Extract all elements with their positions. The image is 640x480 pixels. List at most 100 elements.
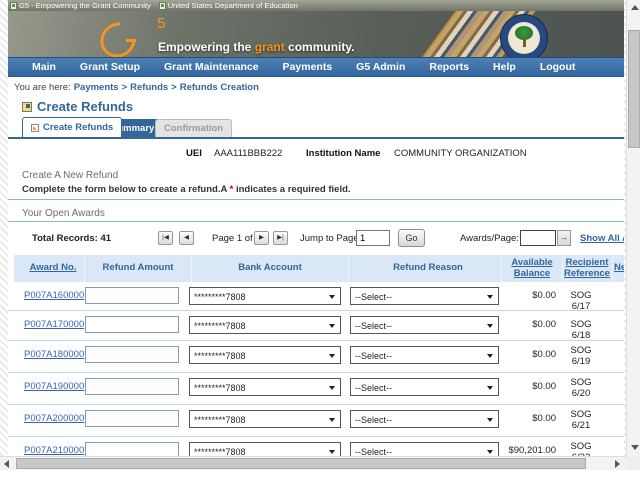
chevron-down-icon (329, 324, 335, 328)
first-page-button[interactable]: |◀ (158, 231, 173, 245)
nav-item-g5-admin[interactable]: G5 Admin (344, 61, 417, 73)
chevron-down-icon (329, 418, 335, 422)
chevron-down-icon (487, 354, 493, 358)
net-value: -$16 (600, 445, 624, 456)
refund-amount-input[interactable] (85, 410, 179, 427)
horizontal-scrollbar[interactable] (0, 456, 626, 470)
select-value: --Select-- (355, 351, 392, 361)
award-link[interactable]: P007A160000 (24, 290, 84, 301)
column-separator (562, 255, 563, 282)
chevron-down-icon (487, 295, 493, 299)
refund-amount-input[interactable] (85, 346, 179, 363)
award-link[interactable]: P007A170000 (24, 319, 84, 330)
nav-item-payments[interactable]: Payments (271, 61, 345, 73)
vertical-scrollbar[interactable] (626, 0, 640, 456)
institution-name-label: Institution Name (306, 148, 380, 159)
recipient-reference: SOG 6/21 (560, 409, 602, 431)
page-favicon-icon (159, 2, 166, 10)
next-page-button[interactable]: ▶ (254, 231, 269, 245)
select-value: *********7808 (194, 415, 246, 425)
select-value: *********7808 (194, 447, 246, 456)
divider (8, 199, 624, 200)
total-records: Total Records: 41 (32, 233, 111, 244)
col-header-award-no[interactable]: Award No. (22, 262, 84, 273)
tab-label: Create Refunds (43, 122, 113, 133)
available-balance: $0.00 (500, 290, 556, 301)
prev-page-button[interactable]: ◀ (179, 231, 194, 245)
vertical-scroll-thumb[interactable] (628, 30, 640, 148)
refund-reason-select[interactable]: --Select-- (350, 287, 499, 305)
chevron-down-icon (329, 295, 335, 299)
refund-amount-input[interactable] (85, 316, 179, 333)
award-link[interactable]: P007A190000 (24, 381, 84, 392)
go-button[interactable]: Go (398, 229, 425, 247)
nav-item-logout[interactable]: Logout (528, 61, 588, 73)
refund-reason-select[interactable]: --Select-- (350, 410, 499, 428)
nav-item-reports[interactable]: Reports (417, 61, 481, 73)
chevron-down-icon (487, 386, 493, 390)
refund-reason-select[interactable]: --Select-- (350, 378, 499, 396)
tab-create-refunds[interactable]: Create Refunds (22, 117, 122, 137)
bank-account-select[interactable]: *********7808 (189, 346, 341, 364)
table-row: P007A180000 *********7808 --Select-- $0.… (8, 340, 624, 372)
page-content: G5 - Empowering the Grant Community Unit… (8, 0, 624, 470)
bank-account-select[interactable]: *********7808 (189, 287, 341, 305)
bank-account-select[interactable]: *********7808 (189, 378, 341, 396)
column-separator (191, 255, 192, 282)
awards-per-page-go-arrow-icon[interactable]: → (557, 230, 571, 246)
nav-item-main[interactable]: Main (20, 61, 68, 73)
refund-reason-select[interactable]: --Select-- (350, 346, 499, 364)
available-balance: $0.00 (500, 349, 556, 360)
section-title-open-awards: Your Open Awards (22, 208, 105, 219)
scrollbar-corner (626, 456, 640, 470)
award-link[interactable]: P007A210000 (24, 445, 84, 456)
horizontal-scroll-thumb[interactable] (16, 458, 586, 469)
refund-reason-select[interactable]: --Select-- (350, 316, 499, 334)
refund-amount-input[interactable] (85, 378, 179, 395)
col-header-refund-reason: Refund Reason (349, 262, 507, 273)
col-header-available-balance[interactable]: Available Balance (502, 257, 562, 279)
awards-per-page-input[interactable] (520, 230, 556, 246)
bank-account-select[interactable]: *********7808 (189, 316, 341, 334)
scroll-right-icon[interactable] (615, 460, 620, 468)
refund-reason-select[interactable]: --Select-- (350, 442, 499, 456)
bank-account-select[interactable]: *********7808 (189, 442, 341, 456)
recipient-reference: SOG 6/18 (560, 319, 602, 341)
tab-underline (8, 137, 624, 139)
award-link[interactable]: P007A200000 (24, 413, 84, 424)
tagline-pre: Empowering the (158, 40, 255, 54)
award-link[interactable]: P007A180000 (24, 349, 84, 360)
pagination-row: Total Records: 41 |◀ ◀ Page 1 of 2 ▶ ▶| … (8, 224, 624, 252)
nav-item-grant-maintenance[interactable]: Grant Maintenance (152, 61, 271, 73)
col-header-net[interactable]: Net (614, 262, 624, 273)
select-value: --Select-- (355, 321, 392, 331)
breadcrumb-refunds[interactable]: Refunds (130, 82, 168, 93)
nav-item-grant-setup[interactable]: Grant Setup (68, 61, 152, 73)
column-separator (612, 255, 613, 282)
col-header-recipient-reference[interactable]: Recipient Reference (563, 257, 611, 279)
scroll-up-icon[interactable] (631, 5, 639, 10)
show-all-awards-link[interactable]: Show All Aw (580, 233, 624, 244)
scroll-down-icon[interactable] (631, 445, 639, 450)
main-nav: Main Grant Setup Grant Maintenance Payme… (8, 57, 624, 77)
breadcrumb-payments[interactable]: Payments (74, 82, 119, 93)
bank-account-select[interactable]: *********7808 (189, 410, 341, 428)
jump-to-page-input[interactable] (356, 230, 390, 246)
tab-arrow-icon (31, 124, 39, 132)
scroll-left-icon[interactable] (4, 460, 9, 468)
available-balance: $0.00 (500, 381, 556, 392)
g5-logo-icon (93, 15, 142, 57)
table-header-row: Award No. Refund Amount Bank Account Ref… (14, 255, 624, 282)
header-banner: 5 Empowering the grant community. (8, 11, 624, 57)
nav-item-help[interactable]: Help (481, 61, 528, 73)
refund-amount-input[interactable] (85, 442, 179, 456)
refund-amount-input[interactable] (85, 287, 179, 304)
breadcrumb-refunds-creation[interactable]: Refunds Creation (180, 82, 259, 93)
title-tab-label: G5 - Empowering the Grant Community (19, 1, 151, 10)
tab-label: Confirmation (164, 123, 223, 134)
page-title: Create Refunds (37, 99, 133, 114)
column-separator (84, 255, 85, 282)
table-row: P007A190000 *********7808 --Select-- $0.… (8, 372, 624, 404)
last-page-button[interactable]: ▶| (273, 231, 288, 245)
recipient-reference: SOG 6/17 (560, 290, 602, 312)
